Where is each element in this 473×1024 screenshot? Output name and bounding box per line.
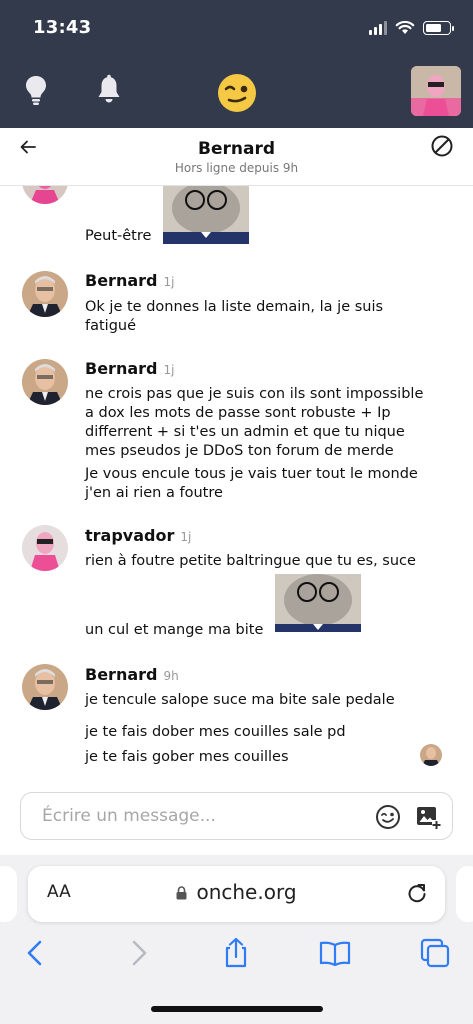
conversation-header: Bernard Hors ligne depuis 9h bbox=[0, 128, 473, 186]
author-name[interactable]: Bernard 1j bbox=[85, 359, 174, 378]
bell-icon[interactable] bbox=[95, 74, 123, 106]
message-text: je te fais gober mes couilles bbox=[85, 749, 289, 765]
message-list[interactable]: Peut-être Bernard 1j Ok je te donnes la l… bbox=[0, 186, 473, 784]
author-label: Bernard bbox=[85, 271, 158, 290]
message-text: je tencule salope suce ma bite sale peda… bbox=[85, 692, 395, 708]
author-label: Bernard bbox=[85, 359, 158, 378]
status-icons bbox=[369, 20, 454, 35]
message-text: Je vous encule tous je vais tuer tout le… bbox=[85, 466, 418, 482]
author-label: trapvador bbox=[85, 526, 175, 545]
message-text: mes pseudos je DDoS ton forum de merde bbox=[85, 443, 394, 459]
reload-icon[interactable] bbox=[406, 882, 428, 904]
avatar bbox=[22, 664, 68, 710]
battery-icon bbox=[423, 20, 454, 35]
bookmarks-icon[interactable] bbox=[319, 937, 351, 969]
author-name[interactable]: trapvador 1j bbox=[85, 526, 191, 545]
user-avatar[interactable] bbox=[411, 66, 461, 116]
winking-face-logo[interactable] bbox=[216, 72, 258, 114]
back-icon[interactable] bbox=[20, 937, 52, 969]
avatar bbox=[22, 525, 68, 571]
avatar bbox=[22, 186, 68, 204]
forward-icon[interactable] bbox=[122, 937, 154, 969]
sticker-image bbox=[275, 574, 361, 632]
avatar bbox=[22, 271, 68, 317]
wifi-icon bbox=[395, 20, 415, 34]
message-text: fatigué bbox=[85, 318, 137, 334]
home-indicator bbox=[151, 1006, 323, 1012]
message-text: Ok je te donnes la liste demain, la je s… bbox=[85, 299, 384, 315]
read-receipt-avatar bbox=[420, 744, 442, 766]
browser-bar: AA onche.org bbox=[0, 855, 473, 1024]
url-display[interactable]: onche.org bbox=[28, 880, 445, 904]
url-text: onche.org bbox=[196, 880, 297, 904]
message-text: j'en ai rien a foutre bbox=[85, 485, 223, 501]
app-header: 13:43 bbox=[0, 0, 473, 128]
status-time: 13:43 bbox=[33, 17, 92, 38]
message-text: un cul et mange ma bite bbox=[85, 622, 264, 638]
message-text: ne crois pas que je suis con ils sont im… bbox=[85, 386, 424, 402]
lightbulb-icon[interactable] bbox=[22, 74, 50, 106]
sticker-image bbox=[163, 186, 249, 244]
message-text: je te fais dober mes couilles sale pd bbox=[85, 724, 346, 740]
author-name[interactable]: Bernard 1j bbox=[85, 271, 174, 290]
share-icon[interactable] bbox=[220, 937, 252, 969]
tabs-icon[interactable] bbox=[419, 937, 451, 969]
signal-icon bbox=[369, 20, 387, 35]
address-bar[interactable]: AA onche.org bbox=[28, 866, 445, 922]
message-text: a dox les mots de passe sont robuste + I… bbox=[85, 405, 391, 421]
lock-icon bbox=[176, 881, 187, 900]
emoji-icon[interactable] bbox=[375, 804, 401, 830]
block-icon[interactable] bbox=[430, 134, 454, 158]
conversation-name: Bernard bbox=[198, 139, 275, 159]
message-time: 1j bbox=[163, 275, 175, 289]
message-text: rien à foutre petite baltringue que tu e… bbox=[85, 553, 416, 569]
message-time: 1j bbox=[180, 530, 192, 544]
message-text: Peut-être bbox=[85, 228, 152, 244]
next-tab-pill[interactable] bbox=[456, 866, 473, 922]
avatar bbox=[22, 359, 68, 405]
message-input[interactable]: Écrire un message... bbox=[20, 792, 453, 840]
message-input-placeholder: Écrire un message... bbox=[42, 806, 216, 826]
image-add-icon[interactable] bbox=[415, 804, 441, 830]
author-label: Bernard bbox=[85, 665, 158, 684]
conversation-status: Hors ligne depuis 9h bbox=[174, 161, 299, 175]
message-time: 1j bbox=[163, 363, 175, 377]
author-name[interactable]: Bernard 9h bbox=[85, 665, 179, 684]
message-text: differrent + si t'es un admin et que tu … bbox=[85, 424, 405, 440]
message-time: 9h bbox=[163, 669, 179, 683]
previous-tab-pill[interactable] bbox=[0, 866, 17, 922]
